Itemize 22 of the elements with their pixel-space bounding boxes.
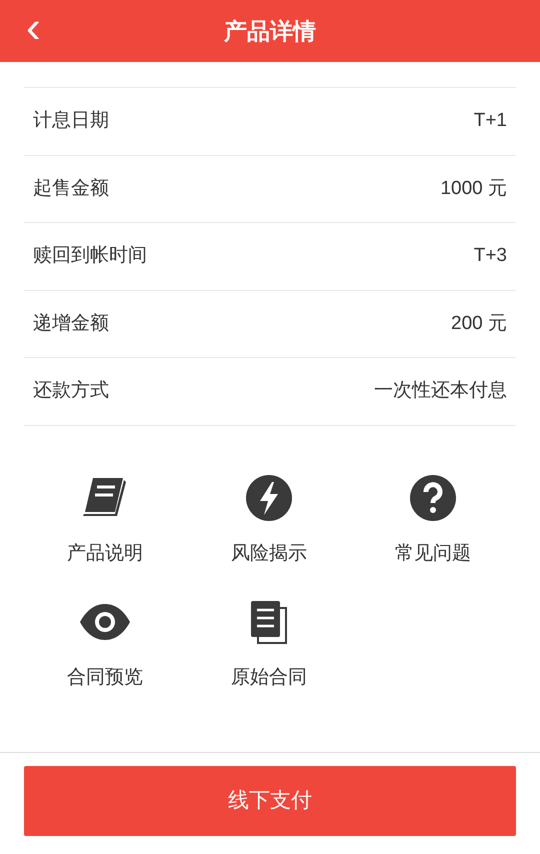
link-label[interactable]: 常见问题	[395, 540, 471, 568]
offline-pay-button[interactable]: 线下支付	[24, 766, 516, 836]
link-label[interactable]: 原始合同	[231, 664, 307, 692]
back-button[interactable]: ‹	[26, 8, 41, 48]
row-label: 递增金额	[33, 312, 109, 336]
row-label: 起售金额	[33, 176, 109, 200]
row-value: T+3	[474, 244, 507, 268]
page-title: 产品详情	[224, 16, 316, 46]
link-label[interactable]: 产品说明	[67, 540, 143, 568]
lightning-icon[interactable]	[245, 474, 293, 522]
row-label: 赎回到帐时间	[33, 244, 147, 268]
link-label[interactable]: 风险揭示	[231, 540, 307, 568]
row-label: 计息日期	[33, 109, 109, 133]
help-icon[interactable]	[409, 474, 457, 522]
row-label: 还款方式	[33, 379, 109, 403]
row-value: T+1	[474, 109, 507, 133]
eye-icon[interactable]	[79, 603, 131, 641]
link-label[interactable]: 合同预览	[67, 664, 143, 692]
document-icon[interactable]	[250, 600, 288, 644]
row-value: 一次性还本付息	[374, 379, 507, 403]
row-value: 1000 元	[440, 176, 507, 200]
row-value: 200 元	[451, 312, 507, 336]
